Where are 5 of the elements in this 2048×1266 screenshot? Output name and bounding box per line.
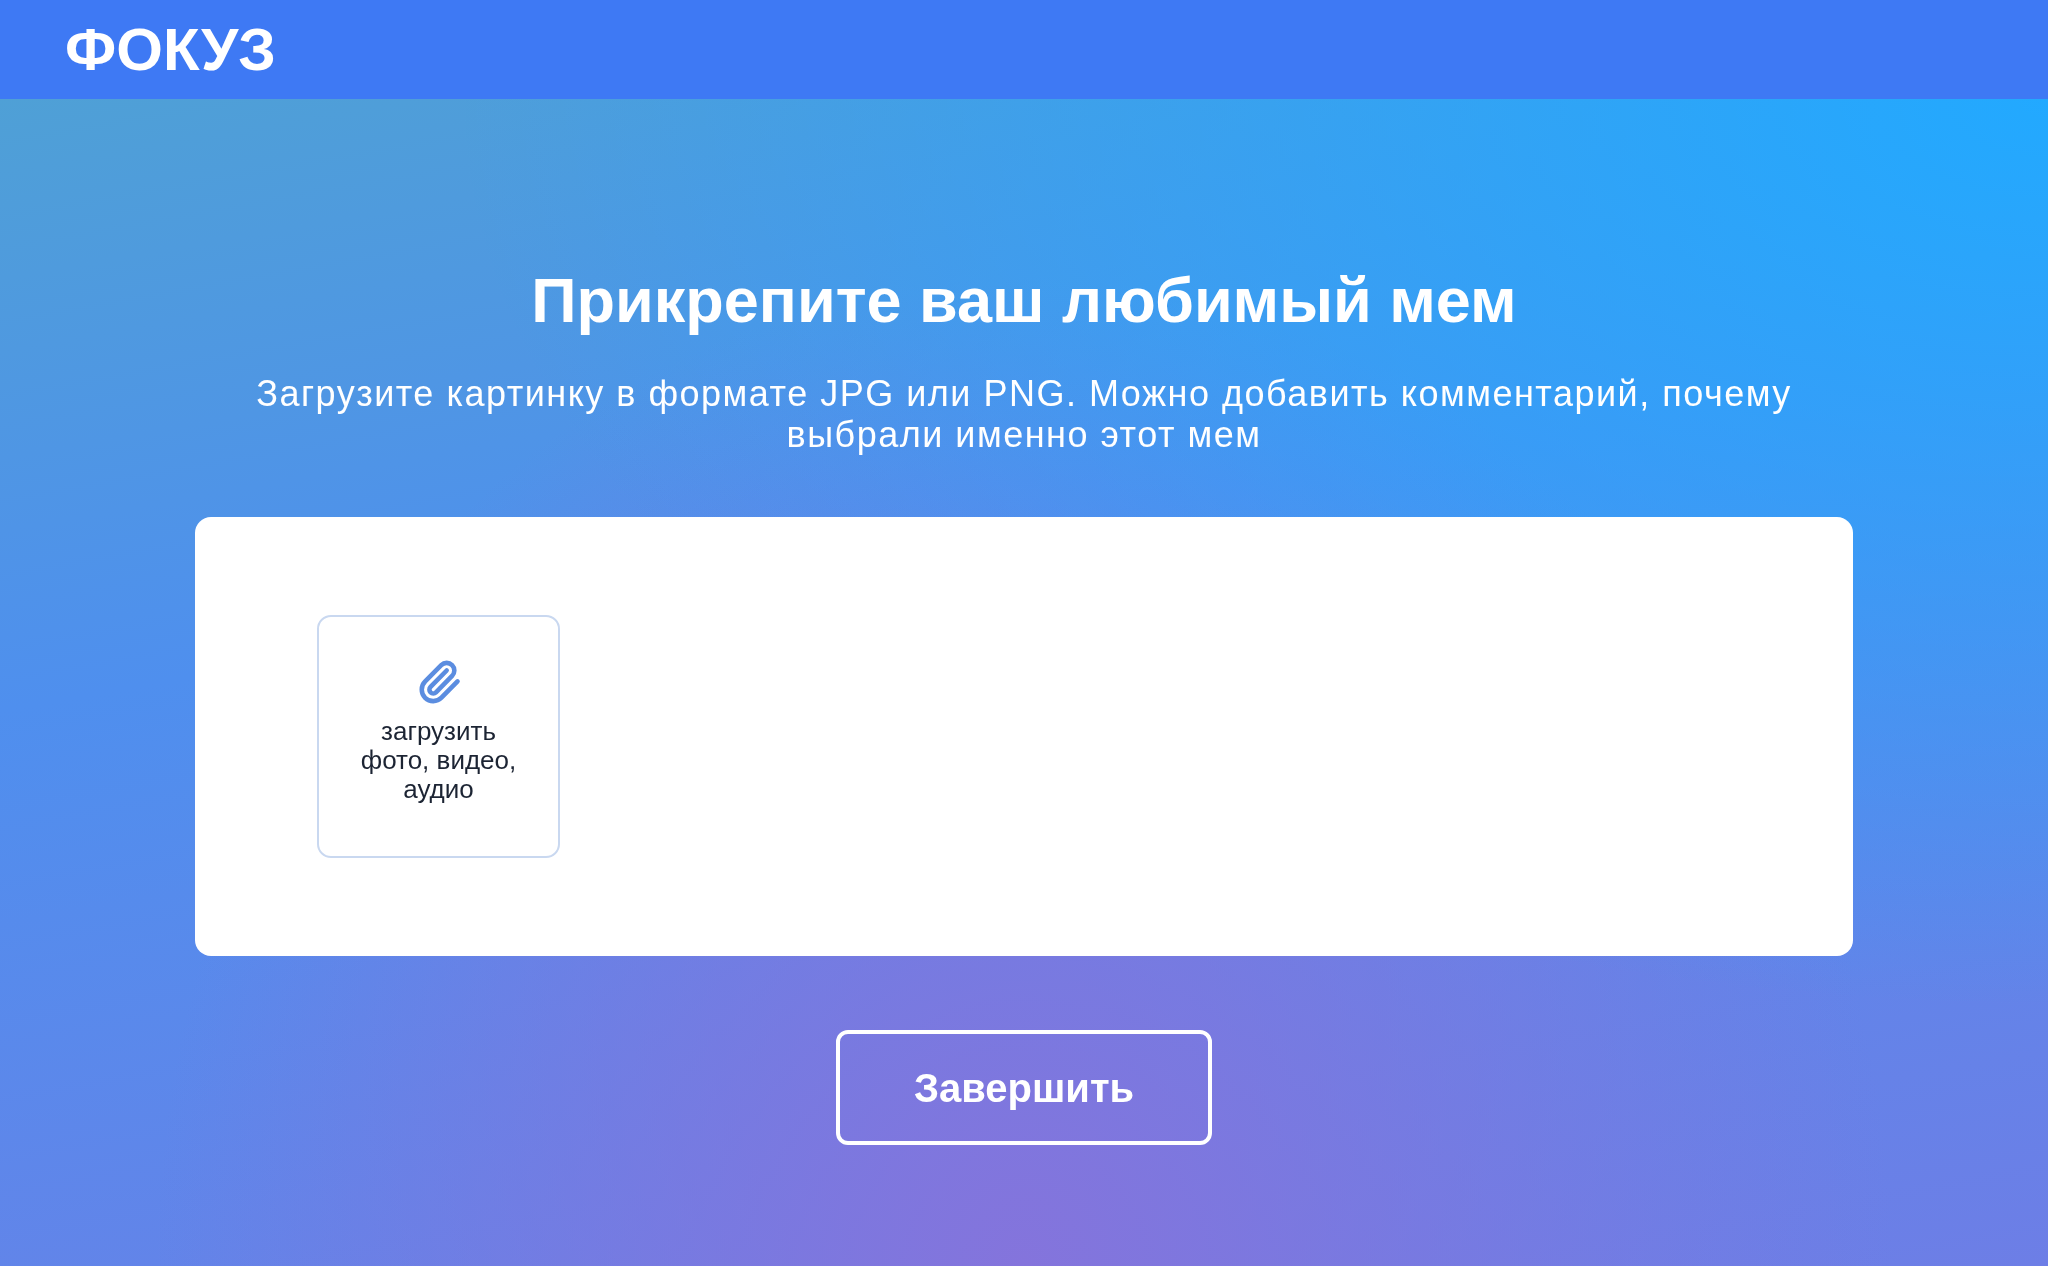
upload-tile[interactable]: загрузить фото, видео, аудио — [317, 615, 560, 858]
page-subtitle: Загрузите картинку в формате JPG или PNG. Можно добавить комментарий, почему выбрали именно этот мем — [255, 373, 1793, 455]
finish-button[interactable]: Завершить — [836, 1030, 1212, 1145]
page-title: Прикрепите ваш любимый мем — [531, 265, 1517, 335]
logo-text: ФОКУЗ — [65, 19, 276, 80]
